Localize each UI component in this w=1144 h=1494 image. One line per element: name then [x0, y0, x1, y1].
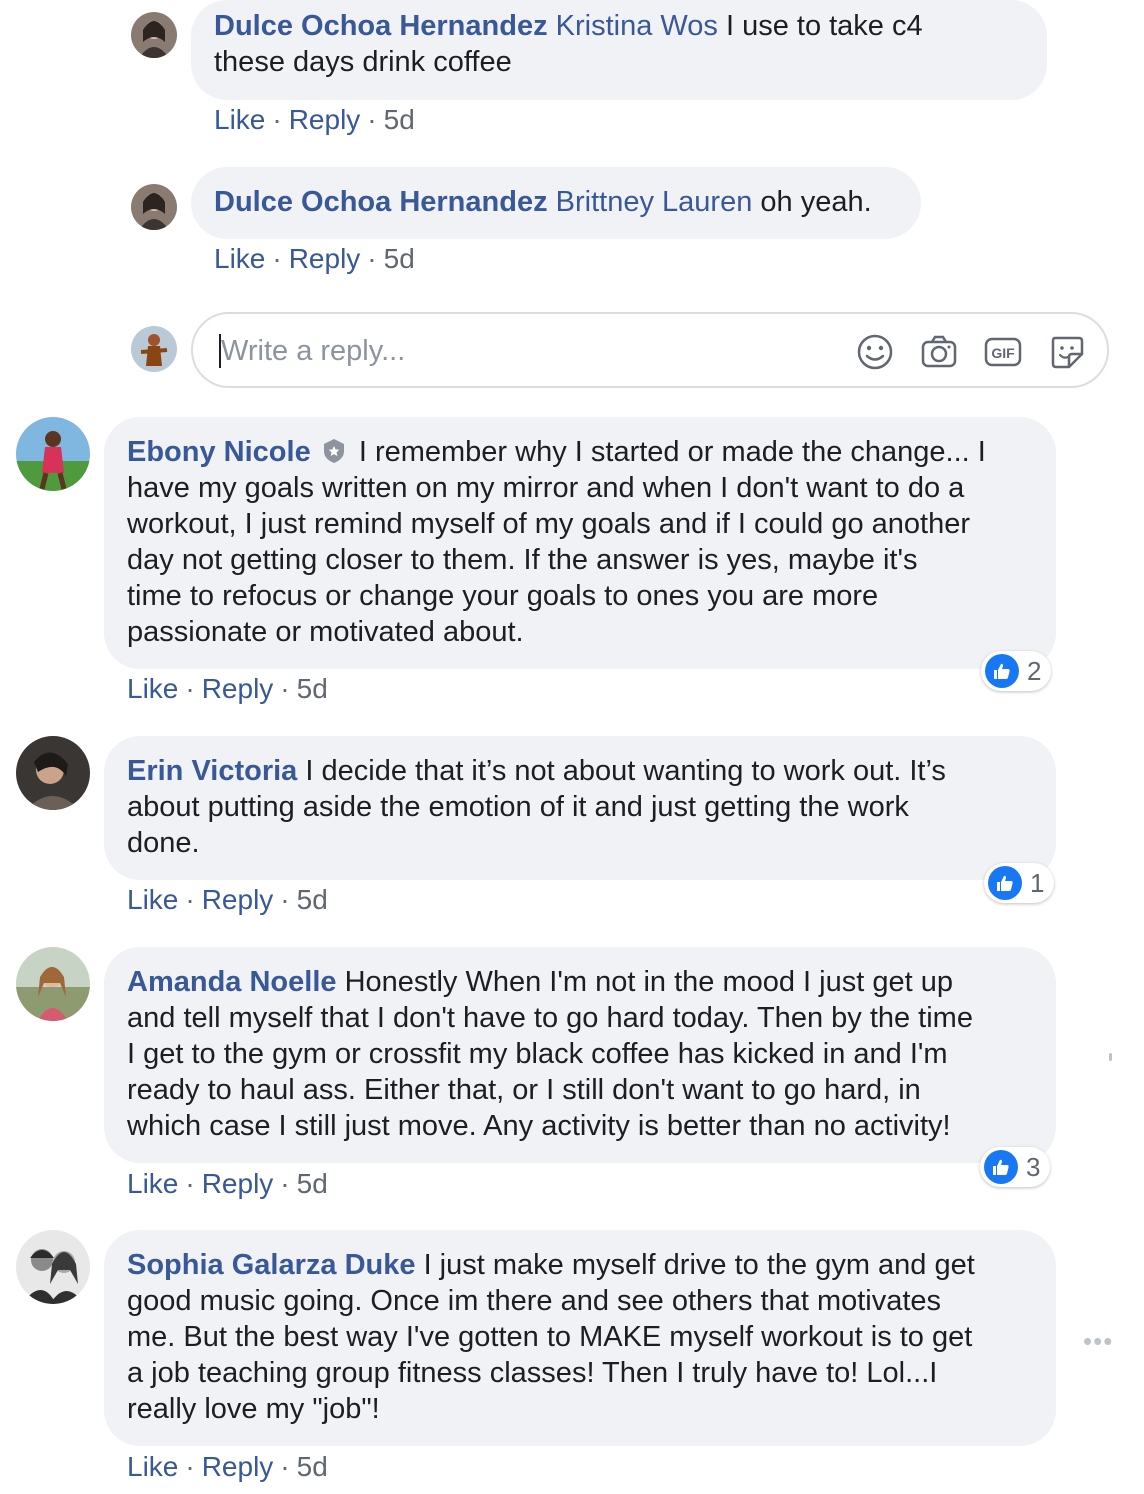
reply-link[interactable]: Reply [202, 673, 274, 704]
avatar[interactable] [16, 1230, 90, 1304]
comment-body: me. But the best way I've gotten to MAKE… [127, 1321, 973, 1353]
avatar[interactable] [131, 184, 177, 230]
comment-body: passionate or motivated about. [127, 616, 524, 648]
thumbs-up-icon [985, 654, 1019, 688]
comment-body: Honestly When I'm not in the mood I just… [344, 966, 953, 998]
comment-actions: Like · Reply · 5d [127, 1451, 328, 1482]
text-caret [219, 334, 221, 368]
comment-bubble: Amanda Noelle Honestly When I'm not in t… [104, 947, 1056, 1163]
avatar[interactable] [16, 417, 90, 491]
comment-body: workout, I just remind myself of my goal… [127, 508, 971, 540]
like-link[interactable]: Like [127, 673, 178, 704]
comment-actions: Like · Reply · 5d [127, 884, 328, 915]
like-link[interactable]: Like [214, 243, 265, 274]
comment-age[interactable]: 5d [297, 884, 328, 915]
comment-author[interactable]: Amanda Noelle [127, 966, 337, 998]
gif-label: GIF [991, 345, 1015, 361]
reaction-number: 3 [1026, 1151, 1041, 1182]
comment-text: Sophia Galarza Duke I just make myself d… [127, 1247, 1032, 1427]
like-link[interactable]: Like [127, 884, 178, 915]
comment-age[interactable]: 5d [297, 1451, 328, 1482]
like-link[interactable]: Like [127, 1451, 178, 1482]
comment-body: really love my "job"! [127, 1393, 380, 1425]
comment-actions: Like · Reply · 5d [127, 1168, 328, 1199]
more-options-icon[interactable]: ••• [1083, 1326, 1113, 1357]
reaction-number: 1 [1030, 867, 1045, 898]
comment-mention[interactable]: Brittney Lauren [556, 186, 753, 218]
reaction-count[interactable]: 3 [980, 1147, 1051, 1187]
comment-body: I get to the gym or crossfit my black co… [127, 1038, 948, 1070]
comment-actions: Like · Reply · 5d [127, 673, 328, 704]
shield-badge-icon [321, 437, 347, 463]
comment-body: time to refocus or change your goals to … [127, 580, 879, 612]
comment-text: Dulce Ochoa Hernandez Kristina Wos I use… [214, 8, 1023, 80]
reply-link[interactable]: Reply [202, 1168, 274, 1199]
thumbs-up-icon [988, 866, 1022, 900]
comment-body: I remember why I started or made the cha… [358, 436, 986, 468]
avatar[interactable] [16, 947, 90, 1021]
comment-text: Ebony Nicole I remember why I started or… [127, 434, 1032, 650]
comment-bubble: Erin Victoria I decide that it’s not abo… [104, 736, 1056, 880]
comment-age[interactable]: 5d [297, 1168, 328, 1199]
comment-age[interactable]: 5d [384, 243, 415, 274]
comment-text: Amanda Noelle Honestly When I'm not in t… [127, 964, 1032, 1144]
comment-author[interactable]: Ebony Nicole [127, 436, 311, 468]
comment-body: about putting aside the emotion of it an… [127, 791, 909, 823]
comment-bubble: Sophia Galarza Duke I just make myself d… [104, 1230, 1056, 1446]
reply-box: GIF [191, 312, 1109, 388]
comment-body: I decide that it’s not about wanting to … [305, 755, 946, 787]
comment-body: I just make myself drive to the gym and … [423, 1249, 975, 1281]
comment-bubble: Dulce Ochoa Hernandez Kristina Wos I use… [191, 0, 1047, 100]
comment-author[interactable]: Dulce Ochoa Hernandez [214, 10, 548, 42]
camera-icon[interactable] [919, 332, 959, 372]
comment-text: Erin Victoria I decide that it’s not abo… [127, 753, 1032, 861]
comment-text: Dulce Ochoa Hernandez Brittney Lauren oh… [214, 184, 897, 220]
sticker-icon[interactable] [1047, 332, 1087, 372]
comment-bubble: Dulce Ochoa Hernandez Brittney Lauren oh… [191, 167, 921, 239]
comment-body: I use to take c4 [725, 10, 923, 42]
current-user-avatar [131, 326, 177, 372]
like-link[interactable]: Like [214, 104, 265, 135]
comment-body: a job teaching group fitness classes! Th… [127, 1357, 938, 1389]
comment-author[interactable]: Erin Victoria [127, 755, 297, 787]
comment-body: good music going. Once im there and see … [127, 1285, 942, 1317]
reply-link[interactable]: Reply [289, 243, 361, 274]
reaction-count[interactable]: 1 [984, 863, 1055, 903]
reply-input[interactable] [219, 326, 823, 376]
comment-actions: Like · Reply · 5d [214, 104, 415, 135]
comment-actions: Like · Reply · 5d [214, 243, 415, 274]
reply-link[interactable]: Reply [289, 104, 361, 135]
comment-body: day not getting closer to them. If the a… [127, 544, 918, 576]
comment-age[interactable]: 5d [384, 104, 415, 135]
comment-body: which case I still just move. Any activi… [127, 1110, 951, 1142]
thumbs-up-icon [984, 1150, 1018, 1184]
comment-body: done. [127, 827, 200, 859]
comment-author[interactable]: Sophia Galarza Duke [127, 1249, 416, 1281]
scroll-indicator [1109, 1053, 1112, 1061]
comment-author[interactable]: Dulce Ochoa Hernandez [214, 186, 548, 218]
comment-body: oh yeah. [760, 186, 872, 218]
comment-body: these days drink coffee [214, 46, 512, 78]
avatar[interactable] [16, 736, 90, 810]
gif-icon[interactable]: GIF [983, 332, 1023, 372]
reaction-number: 2 [1027, 655, 1042, 686]
reaction-count[interactable]: 2 [981, 651, 1052, 691]
avatar[interactable] [131, 12, 177, 58]
like-link[interactable]: Like [127, 1168, 178, 1199]
comment-body: and tell myself that I don't have to go … [127, 1002, 973, 1034]
comment-bubble: Ebony Nicole I remember why I started or… [104, 417, 1056, 669]
comment-age[interactable]: 5d [297, 673, 328, 704]
emoji-icon[interactable] [855, 332, 895, 372]
comment-body: have my goals written on my mirror and w… [127, 472, 965, 504]
comment-mention[interactable]: Kristina Wos [556, 10, 718, 42]
reply-link[interactable]: Reply [202, 1451, 274, 1482]
reply-link[interactable]: Reply [202, 884, 274, 915]
comment-body: ready to haul ass. Either that, or I sti… [127, 1074, 921, 1106]
